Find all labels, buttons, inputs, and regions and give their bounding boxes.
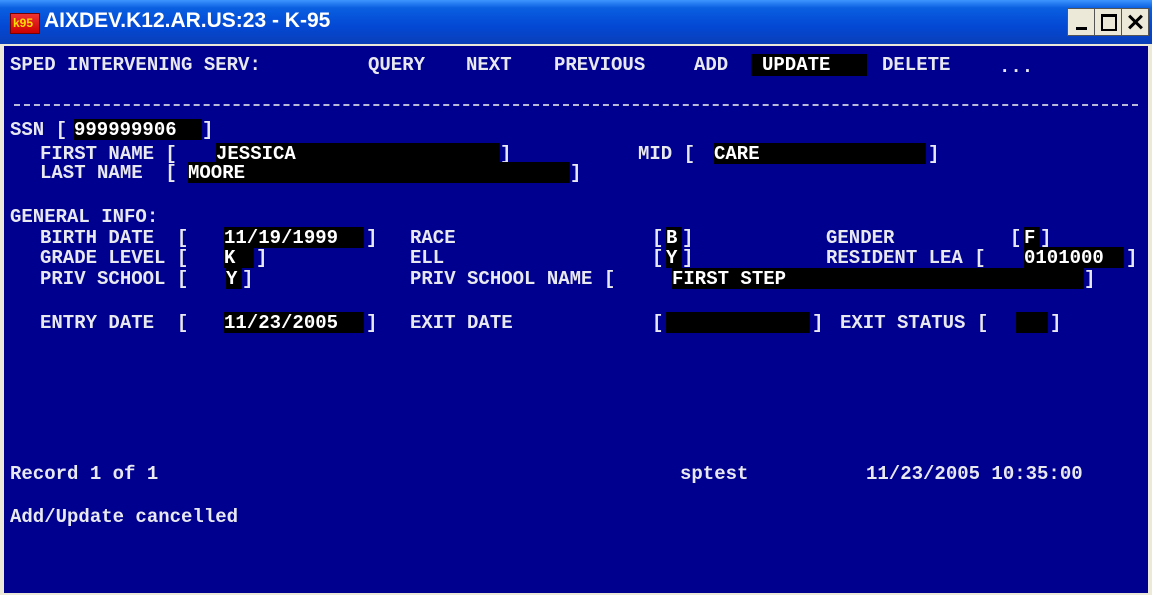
minimize-button[interactable] [1067,8,1095,36]
record-counter: Record 1 of 1 [10,463,159,485]
resident-lea-field[interactable]: 0101000 [1024,247,1104,269]
exit-status-label: EXIT STATUS [ [840,312,989,334]
k95-app-icon[interactable]: k95 [10,13,40,34]
grade-level-close: ] [256,247,268,269]
exit-date-label: EXIT DATE [410,312,513,334]
general-info-heading: GENERAL INFO: [10,206,159,228]
priv-school-name-close: ] [1084,268,1096,290]
priv-school-field[interactable]: Y [226,268,237,290]
ell-label: ELL [410,247,445,269]
menu-query[interactable]: QUERY [368,54,425,76]
priv-school-name-field[interactable]: FIRST STEP [672,268,786,290]
menu-add[interactable]: ADD [694,54,728,76]
last-name-field-bg [188,162,570,183]
username: sptest [680,463,749,485]
status-message: Add/Update cancelled [10,506,239,528]
timestamp: 11/23/2005 10:35:00 [866,463,1083,485]
priv-school-close: ] [242,268,254,290]
gender-close: ] [1040,227,1052,249]
mid-label: MID [ [638,143,696,165]
entry-date-label: ENTRY DATE [ [40,312,189,334]
gender-field[interactable]: F [1024,227,1035,249]
gender-label: GENDER [826,227,895,249]
terminal-screen[interactable]: SPED INTERVENING SERV: QUERY NEXT PREVIO… [4,46,1148,593]
grade-level-field[interactable]: K [224,247,247,269]
menu-previous[interactable]: PREVIOUS [554,54,645,76]
priv-school-label: PRIV SCHOOL [ [40,268,189,290]
entry-date-field[interactable]: 11/23/2005 [224,312,338,334]
exit-date-field-bg [666,312,810,333]
race-label: RACE [410,227,456,249]
terminal-window: k95 AIXDEV.K12.AR.US:23 - K-95 SPED INTE… [0,0,1152,595]
ssn-label: SSN [ [10,119,68,141]
last-name-field[interactable]: MOORE [188,162,245,184]
birth-date-field[interactable]: 11/19/1999 [224,227,338,249]
grade-level-label: GRADE LEVEL [ [40,247,189,269]
birth-date-close: ] [366,227,378,249]
window-title: AIXDEV.K12.AR.US:23 - K-95 [44,9,331,32]
last-name-label: LAST NAME [ [40,162,177,184]
ssn-field[interactable]: 999999906 [74,119,177,141]
mid-field[interactable]: CARE [714,143,760,165]
ssn-close: ] [202,119,214,141]
title-bar[interactable]: k95 AIXDEV.K12.AR.US:23 - K-95 [0,0,1152,44]
last-name-close: ] [570,162,582,184]
resident-lea-label: RESIDENT LEA [ [826,247,986,269]
separator-line [14,104,1138,106]
race-close: ] [682,227,694,249]
menu-delete[interactable]: DELETE [882,54,950,76]
close-button[interactable] [1121,8,1149,36]
exit-date-open: [ [652,312,664,334]
priv-school-name-label: PRIV SCHOOL NAME [ [410,268,616,290]
ell-close: ] [682,247,694,269]
entry-date-close: ] [366,312,378,334]
screen-name: SPED INTERVENING SERV: [10,54,261,76]
race-field[interactable]: B [666,227,677,249]
race-open: [ [652,227,664,249]
mid-close: ] [928,143,940,165]
menu-next[interactable]: NEXT [466,54,512,76]
gender-open: [ [1010,227,1022,249]
exit-date-close: ] [812,312,824,334]
menu-more[interactable]: ... [999,56,1033,78]
ell-open: [ [652,247,664,269]
menu-update[interactable]: UPDATE [762,54,830,76]
resident-lea-close: ] [1126,247,1138,269]
maximize-button[interactable] [1094,8,1122,36]
birth-date-label: BIRTH DATE [ [40,227,189,249]
exit-status-close: ] [1050,312,1062,334]
exit-status-field-bg [1016,312,1048,333]
ell-field[interactable]: Y [666,247,677,269]
